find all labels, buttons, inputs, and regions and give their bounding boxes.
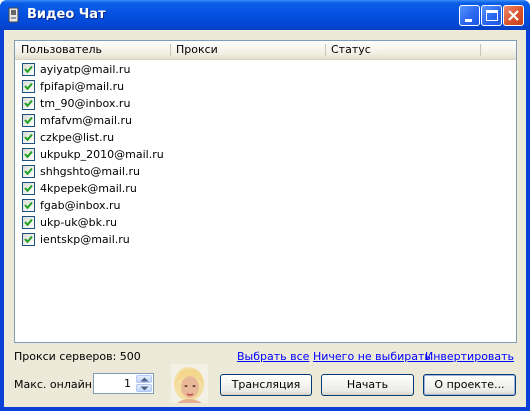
column-header-user[interactable]: Пользователь [15, 41, 170, 59]
user-email: czkpe@list.ru [40, 131, 115, 144]
user-email: shhgshto@mail.ru [40, 165, 140, 178]
checkmark-icon [24, 218, 33, 227]
spin-up-icon [140, 377, 149, 382]
checkmark-icon [24, 150, 33, 159]
invert-selection-link[interactable]: Инвертировать [425, 350, 514, 363]
user-list[interactable]: Пользователь Прокси Статус ayiyatp@mail.… [14, 40, 517, 343]
user-email: ientskp@mail.ru [40, 233, 130, 246]
row-checkbox[interactable] [22, 182, 35, 195]
list-item[interactable]: mfafvm@mail.ru [15, 112, 516, 129]
stepper-up-button[interactable] [136, 375, 152, 383]
list-item[interactable]: fgab@inbox.ru [15, 197, 516, 214]
stepper-buttons [136, 375, 152, 392]
checkmark-icon [24, 167, 33, 176]
close-icon [508, 10, 519, 21]
close-button[interactable] [503, 5, 524, 26]
list-item[interactable]: ukp-uk@bk.ru [15, 214, 516, 231]
max-online-label: Макс. онлайн [14, 378, 92, 391]
minimize-icon [465, 19, 472, 22]
broadcast-button[interactable]: Трансляция [220, 374, 312, 396]
checkmark-icon [24, 184, 33, 193]
select-none-link[interactable]: Ничего не выбирать [313, 350, 431, 363]
client-area: Пользователь Прокси Статус ayiyatp@mail.… [4, 30, 526, 407]
list-header: Пользователь Прокси Статус [15, 41, 516, 60]
list-item[interactable]: ayiyatp@mail.ru [15, 61, 516, 78]
list-item[interactable]: tm_90@inbox.ru [15, 95, 516, 112]
row-checkbox[interactable] [22, 114, 35, 127]
checkmark-icon [24, 116, 33, 125]
minimize-button[interactable] [459, 5, 480, 26]
list-item[interactable]: shhgshto@mail.ru [15, 163, 516, 180]
maximize-icon [486, 10, 498, 21]
max-online-value[interactable]: 1 [124, 377, 131, 390]
row-checkbox[interactable] [22, 199, 35, 212]
maximize-button[interactable] [481, 5, 502, 26]
checkmark-icon [24, 201, 33, 210]
column-header-status[interactable]: Статус [325, 41, 480, 59]
stepper-down-button[interactable] [136, 384, 152, 392]
checkmark-icon [24, 65, 33, 74]
column-header-proxy[interactable]: Прокси [170, 41, 325, 59]
checkmark-icon [24, 235, 33, 244]
row-checkbox[interactable] [22, 97, 35, 110]
list-item[interactable]: ukpukp_2010@mail.ru [15, 146, 516, 163]
list-item[interactable]: ientskp@mail.ru [15, 231, 516, 248]
column-divider[interactable] [480, 44, 481, 56]
max-online-stepper[interactable]: 1 [93, 373, 154, 394]
list-rows: ayiyatp@mail.ru fpifapi@mail.ru tm_90@inbo… [15, 61, 516, 248]
row-checkbox[interactable] [22, 148, 35, 161]
user-email: 4kpepek@mail.ru [40, 182, 137, 195]
list-item[interactable]: 4kpepek@mail.ru [15, 180, 516, 197]
row-checkbox[interactable] [22, 216, 35, 229]
start-button[interactable]: Начать [321, 374, 414, 396]
checkmark-icon [24, 82, 33, 91]
app-window: Видео Чат Пользователь Прокси Статус ayi… [0, 0, 530, 411]
user-email: ukp-uk@bk.ru [40, 216, 117, 229]
row-checkbox[interactable] [22, 165, 35, 178]
user-email: ayiyatp@mail.ru [40, 63, 131, 76]
checkmark-icon [24, 99, 33, 108]
app-icon[interactable] [6, 7, 22, 23]
row-checkbox[interactable] [22, 131, 35, 144]
row-checkbox[interactable] [22, 233, 35, 246]
user-avatar [171, 364, 208, 403]
spin-down-icon [140, 386, 149, 391]
title-bar[interactable]: Видео Чат [0, 0, 530, 30]
user-email: fgab@inbox.ru [40, 199, 121, 212]
user-email: tm_90@inbox.ru [40, 97, 131, 110]
window-title: Видео Чат [27, 7, 106, 22]
list-item[interactable]: czkpe@list.ru [15, 129, 516, 146]
about-button[interactable]: О проекте... [423, 374, 516, 396]
list-item[interactable]: fpifapi@mail.ru [15, 78, 516, 95]
row-checkbox[interactable] [22, 63, 35, 76]
checkmark-icon [24, 133, 33, 142]
user-email: mfafvm@mail.ru [40, 114, 132, 127]
user-email: fpifapi@mail.ru [40, 80, 125, 93]
select-all-link[interactable]: Выбрать все [237, 350, 309, 363]
proxy-count-label: Прокси серверов: 500 [14, 350, 141, 363]
row-checkbox[interactable] [22, 80, 35, 93]
user-email: ukpukp_2010@mail.ru [40, 148, 164, 161]
